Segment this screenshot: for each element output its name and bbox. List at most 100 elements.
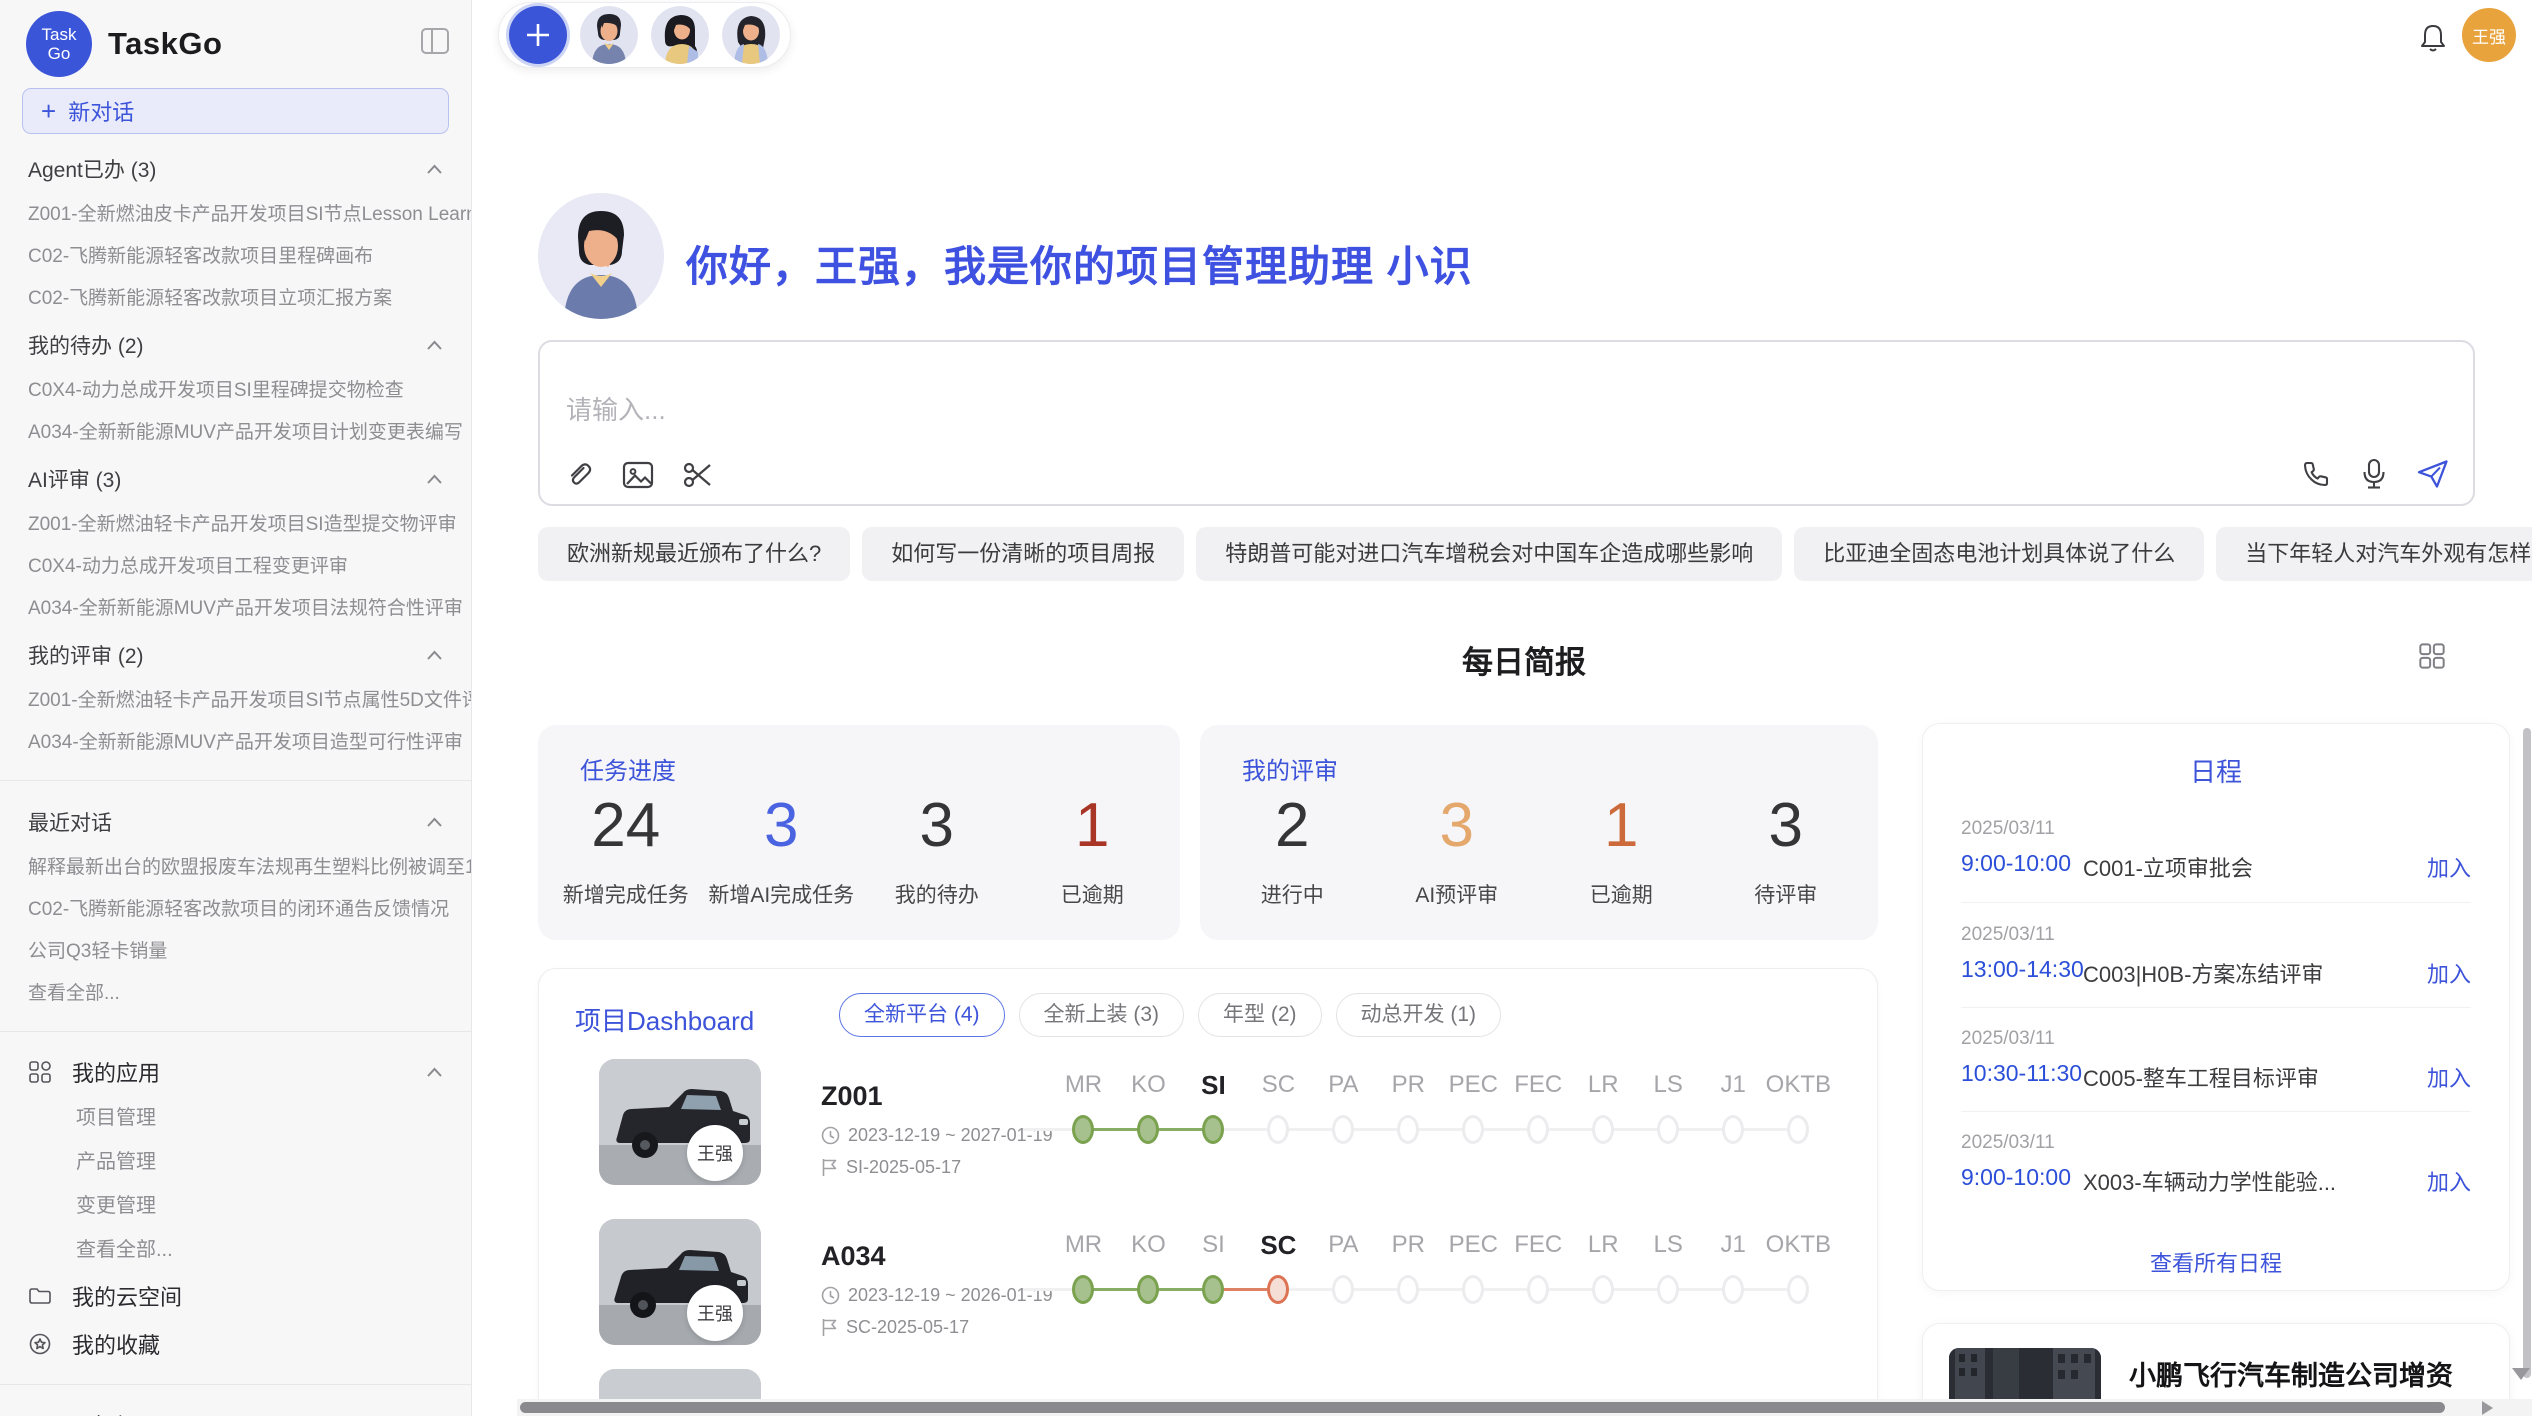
recent-view-all[interactable]: 查看全部... (0, 973, 471, 1015)
folder-icon (28, 1284, 52, 1308)
send-icon[interactable] (2417, 459, 2449, 489)
tab-new-upfit[interactable]: 全新上装 (3) (1019, 993, 1185, 1037)
sidebar-item[interactable]: Z001-全新燃油轻卡产品开发项目SI造型提交物评审 (0, 504, 471, 546)
horizontal-scrollbar (517, 1399, 2532, 1416)
grid-icon (28, 1060, 52, 1084)
milestone-strip: MR KO SI SC PA PR PEC FEC LR LS J1 OKTB (1051, 1225, 1831, 1313)
schedule-panel: 日程 2025/03/11 9:00-10:00 C001-立项审批会 加入 2… (1922, 723, 2510, 1291)
recent-chat-item[interactable]: 解释最新出台的欧盟报废车法规再生塑料比例被调至15%... (0, 847, 471, 889)
project-owner-badge: 王强 (687, 1125, 743, 1181)
schedule-title: 日程 (1923, 752, 2509, 789)
tab-new-platform[interactable]: 全新平台 (4) (839, 993, 1005, 1037)
suggestion-chip[interactable]: 当下年轻人对汽车外观有怎样的喜好趋势 (2216, 527, 2532, 581)
my-favorites[interactable]: 我的收藏 (0, 1320, 471, 1368)
user-avatar[interactable]: 王强 (2462, 8, 2516, 62)
horizontal-scrollbar-thumb[interactable] (520, 1402, 2445, 1413)
greeting-text: 你好，王强，我是你的项目管理助理 小识 (686, 233, 1473, 294)
chevron-up-icon (426, 650, 443, 661)
section-header-my-review[interactable]: 我的评审 (2) (0, 630, 471, 680)
sidebar-item[interactable]: C0X4-动力总成开发项目工程变更评审 (0, 546, 471, 588)
my-favorites-label: 我的收藏 (72, 1328, 160, 1360)
main-area: 王强 你好，王强，我是你的项目管理助理 小识 请输入... 欧洲新规最近颁布了什… (472, 0, 2532, 1416)
project-dates: 2023-12-19 ~ 2027-01-19 (821, 1125, 1053, 1146)
suggestion-chip[interactable]: 欧洲新规最近颁布了什么? (538, 527, 850, 581)
suggestion-chip[interactable]: 如何写一份清晰的项目周报 (862, 527, 1184, 581)
app-title: TaskGo (108, 26, 222, 62)
tab-model-year[interactable]: 年型 (2) (1198, 993, 1322, 1037)
suggestion-chip[interactable]: 特朗普可能对进口汽车增税会对中国车企造成哪些影响 (1196, 527, 1782, 581)
project-owner-badge: 王强 (687, 1285, 743, 1341)
suggestion-chip[interactable]: 比亚迪全固态电池计划具体说了什么 (1794, 527, 2204, 581)
sidebar-lists: Agent已办 (3) Z001-全新燃油皮卡产品开发项目SI节点Lesson … (0, 134, 471, 1416)
sidebar-item[interactable]: A034-全新新能源MUV产品开发项目法规符合性评审 (0, 588, 471, 630)
sidebar-collapse-icon[interactable] (421, 28, 449, 59)
join-link[interactable]: 加入 (2427, 851, 2471, 883)
milestone-ls: LS (1636, 1225, 1701, 1313)
add-member-button[interactable] (509, 6, 567, 64)
attachment-icon[interactable] (564, 460, 594, 490)
avatar-member-2[interactable] (651, 6, 709, 64)
logo-row: Task Go TaskGo (0, 0, 471, 88)
sidebar-item[interactable]: Z001-全新燃油轻卡产品开发项目SI节点属性5D文件评审 (0, 680, 471, 722)
project-milestone-date: SI-2025-05-17 (821, 1157, 961, 1178)
suggestion-chips: 欧洲新规最近颁布了什么? 如何写一份清晰的项目周报 特朗普可能对进口汽车增税会对… (538, 527, 2478, 581)
apps-view-all[interactable]: 查看全部... (0, 1228, 471, 1272)
divider (0, 1031, 471, 1032)
new-chat-button[interactable]: + 新对话 (22, 88, 449, 134)
notification-bell-icon[interactable] (2418, 22, 2448, 59)
section-header-agent-done[interactable]: Agent已办 (3) (0, 144, 471, 194)
recent-chat-item[interactable]: 公司Q3轻卡销量 (0, 931, 471, 973)
join-link[interactable]: 加入 (2427, 1061, 2471, 1093)
sidebar-item[interactable]: A034-全新新能源MUV产品开发项目计划变更表编写 (0, 412, 471, 454)
milestone-pr: PR (1376, 1225, 1441, 1313)
vertical-scrollbar-thumb[interactable] (2523, 728, 2531, 1378)
project-row-a034[interactable]: 王强 A034 2023-12-19 ~ 2026-01-19 SC-2025-… (539, 1207, 1878, 1367)
view-all-schedule-link[interactable]: 查看所有日程 (1923, 1246, 2509, 1278)
flag-icon (821, 1318, 838, 1337)
app-item-project-mgmt[interactable]: 项目管理 (0, 1096, 471, 1140)
recent-chat-item[interactable]: C02-飞腾新能源轻客改款项目的闭环通告反馈情况 (0, 889, 471, 931)
section-header-my-todo[interactable]: 我的待办 (2) (0, 320, 471, 370)
scroll-right-arrow-icon[interactable] (2482, 1401, 2493, 1415)
my-review-card: 我的评审 2进行中 3AI预评审 1已逾期 3待评审 (1200, 725, 1878, 940)
stat-overdue: 1已逾期 (1539, 787, 1704, 909)
my-cloud-space[interactable]: 我的云空间 (0, 1272, 471, 1320)
phone-icon[interactable] (2301, 459, 2331, 489)
brief-layout-icon[interactable] (2418, 642, 2446, 675)
my-apps-header[interactable]: 我的应用 (0, 1048, 471, 1096)
sidebar-item[interactable]: Z001-全新燃油皮卡产品开发项目SI节点Lesson Learn报告 (0, 194, 471, 236)
new-chat-label: 新对话 (68, 95, 134, 127)
sidebar-item[interactable]: C0X4-动力总成开发项目SI里程碑提交物检查 (0, 370, 471, 412)
logo-text-top: Task (42, 25, 77, 44)
my-apps-label: 我的应用 (72, 1056, 160, 1088)
image-attach-icon[interactable] (622, 460, 654, 490)
milestone-lr: LR (1571, 1225, 1636, 1313)
sidebar-item[interactable]: C02-飞腾新能源轻客改款项目立项汇报方案 (0, 278, 471, 320)
app-root: Task Go TaskGo + 新对话 Agent已办 (3) Z001-全新… (0, 0, 2532, 1416)
tab-powertrain[interactable]: 动总开发 (1) (1336, 993, 1502, 1037)
project-row-z001[interactable]: 王强 Z001 2023-12-19 ~ 2027-01-19 SI-2025-… (539, 1047, 1878, 1207)
ai-super-staff[interactable]: AI超级员工 (0, 1401, 471, 1416)
section-header-ai-review[interactable]: AI评审 (3) (0, 454, 471, 504)
scroll-down-arrow-icon[interactable] (2512, 1368, 2530, 1380)
divider (1961, 1111, 2471, 1112)
sidebar-item[interactable]: C02-飞腾新能源轻客改款项目里程碑画布 (0, 236, 471, 278)
stat-ai-prereview: 3AI预评审 (1375, 787, 1540, 909)
section-header-recent-chats[interactable]: 最近对话 (0, 797, 471, 847)
milestone-pr: PR (1376, 1065, 1441, 1153)
join-link[interactable]: 加入 (2427, 957, 2471, 989)
app-item-change-mgmt[interactable]: 变更管理 (0, 1184, 471, 1228)
milestone-fec: FEC (1506, 1225, 1571, 1313)
join-link[interactable]: 加入 (2427, 1165, 2471, 1197)
app-item-product-mgmt[interactable]: 产品管理 (0, 1140, 471, 1184)
avatar-member-1[interactable] (580, 6, 638, 64)
mic-icon[interactable] (2361, 458, 2387, 490)
chat-input-box[interactable]: 请输入... (538, 340, 2475, 506)
sidebar-item[interactable]: A034-全新新能源MUV产品开发项目造型可行性评审 (0, 722, 471, 764)
milestone-pec: PEC (1441, 1225, 1506, 1313)
avatar-member-3[interactable] (722, 6, 780, 64)
taskgo-logo-icon: Task Go (26, 11, 92, 77)
milestone-si: SI (1181, 1225, 1246, 1313)
chevron-up-icon (426, 164, 443, 175)
scissors-icon[interactable] (682, 460, 714, 490)
